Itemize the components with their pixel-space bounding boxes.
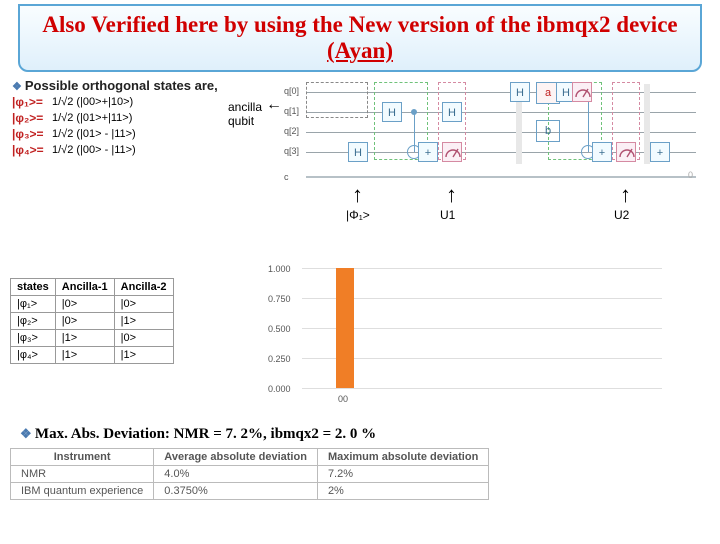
- psi-1: |φ₁>=: [12, 95, 52, 109]
- deviation-table: InstrumentAverage absolute deviationMaxi…: [10, 448, 489, 500]
- gate-h: H: [382, 102, 402, 122]
- title-bar: Also Verified here by using the New vers…: [18, 4, 702, 72]
- arrow-left-icon: ←: [266, 96, 282, 114]
- arrow-up-icon: ↑: [446, 182, 457, 208]
- gate-h: H: [348, 142, 368, 162]
- bullet-icon: ❖: [12, 81, 22, 93]
- deviation-line: ❖ Max. Abs. Deviation: NMR = 7. 2%, ibmq…: [20, 426, 376, 443]
- gate-h: H: [442, 102, 462, 122]
- states-table: statesAncilla-1Ancilla-2 |φ₁>|0>|0> |φ₂>…: [10, 278, 174, 364]
- psi-2: |φ₂>=: [12, 111, 52, 125]
- gate-plus: +: [650, 142, 670, 162]
- measure-icon: [616, 142, 636, 162]
- bar-chart: 1.000 0.750 0.500 0.250 0.000 00: [258, 262, 688, 412]
- gate-h: H: [510, 82, 530, 102]
- chart-bar: [336, 268, 354, 388]
- gate-plus: +: [592, 142, 612, 162]
- title-text: Also Verified here by using the New vers…: [30, 12, 690, 64]
- psi-4: |φ₄>=: [12, 143, 52, 157]
- gate-plus: +: [418, 142, 438, 162]
- arrow-up-icon: ↑: [620, 182, 631, 208]
- measure-icon: [442, 142, 462, 162]
- content-area: ❖Possible orthogonal states are, |φ₁>=1/…: [0, 72, 720, 542]
- quantum-circuit: q[0] q[1] q[2] q[3] c H H + H H a b H +: [288, 82, 708, 242]
- b-block: b: [536, 120, 560, 142]
- arrow-up-icon: ↑: [352, 182, 363, 208]
- orthogonal-states-box: ❖Possible orthogonal states are, |φ₁>=1/…: [12, 78, 220, 157]
- measure-icon: [572, 82, 592, 102]
- ancilla-dashbox: [306, 82, 368, 118]
- orthogonal-header: Possible orthogonal states are,: [25, 78, 218, 93]
- psi-3: |φ₃>=: [12, 127, 52, 141]
